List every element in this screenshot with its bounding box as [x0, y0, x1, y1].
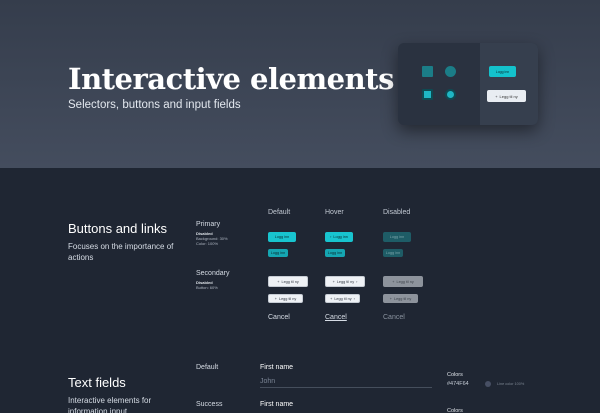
- button-label: Legg til ny: [334, 296, 352, 301]
- secondary-button-small-disabled: + Legg til ny: [383, 294, 418, 303]
- first-name-label: First name: [260, 364, 294, 371]
- radio-checked[interactable]: [445, 89, 456, 100]
- first-name-label-success: First name: [260, 401, 294, 408]
- swatch-note: Line color 100%: [497, 382, 525, 386]
- input-underline: [260, 387, 432, 388]
- column-disabled: Disabled: [383, 209, 411, 216]
- secondary-button-small-hover[interactable]: + Legg til ny ›: [325, 294, 360, 303]
- primary-button-small-hover[interactable]: Logg inn: [325, 249, 345, 257]
- buttons-section-desc: Focuses on the importance of actions: [68, 242, 174, 262]
- plus-icon: +: [274, 296, 277, 301]
- plus-icon: +: [495, 93, 498, 99]
- primary-button-small-disabled: Logg inn: [383, 249, 403, 257]
- plus-icon: +: [392, 279, 395, 284]
- primary-note-line: Color: 100%: [196, 241, 219, 246]
- colors-label: Colors: [447, 372, 463, 378]
- buttons-section-title: Buttons and links: [68, 221, 168, 236]
- button-label: Legg til ny: [278, 296, 297, 301]
- preview-primary-label: Logg inn: [495, 69, 510, 74]
- hero-banner: Interactive elements Selectors, buttons …: [0, 0, 600, 168]
- plus-icon: +: [277, 279, 280, 284]
- text-fields-title: Text fields: [68, 375, 126, 390]
- column-default: Default: [268, 209, 291, 216]
- secondary-button-small-default[interactable]: + Legg til ny: [268, 294, 303, 303]
- column-hover: Hover: [325, 209, 344, 216]
- primary-button-default[interactable]: Logg inn: [268, 232, 296, 242]
- button-label: Logg inn: [274, 235, 290, 239]
- button-label: Logg inn: [327, 251, 343, 255]
- radio-unchecked[interactable]: [445, 66, 456, 77]
- cancel-link-disabled: Cancel: [383, 314, 405, 321]
- secondary-button-disabled: + Legg til ny: [383, 276, 423, 287]
- page-title: Interactive elements: [68, 62, 394, 96]
- primary-button-small-default[interactable]: Logg inn: [268, 249, 288, 257]
- primary-row-label: Primary: [196, 221, 221, 228]
- colors-hex: #474F64: [447, 381, 469, 387]
- plus-icon: +: [330, 296, 333, 301]
- primary-button-hover[interactable]: › Logg inn: [325, 232, 353, 242]
- state-success-label: Success: [196, 401, 223, 408]
- cursor-icon: ›: [330, 235, 332, 239]
- main-content: Buttons and links Focuses on the importa…: [0, 168, 600, 413]
- state-default-label: Default: [196, 364, 219, 371]
- preview-right-panel: [480, 43, 538, 125]
- button-label: Legg til ny: [281, 279, 299, 284]
- primary-button-disabled: Logg inn: [383, 232, 411, 242]
- secondary-note-line: Button: 60%: [196, 285, 218, 290]
- checkbox-unchecked[interactable]: [422, 66, 433, 77]
- preview-secondary-label: Legg til ny: [499, 93, 518, 99]
- cursor-icon: ›: [353, 296, 355, 301]
- secondary-row-notes: Disabled Button: 60%: [196, 280, 218, 290]
- cancel-link-default[interactable]: Cancel: [268, 314, 290, 321]
- button-label: Legg til ny: [396, 279, 414, 284]
- color-swatch: [485, 381, 491, 387]
- preview-primary-button[interactable]: Logg inn: [489, 66, 516, 77]
- checkbox-checked[interactable]: [422, 89, 433, 100]
- button-label: Logg inn: [333, 235, 348, 239]
- plus-icon: +: [389, 296, 392, 301]
- text-fields-desc: Interactive elements for information inp…: [68, 396, 152, 413]
- secondary-button-hover[interactable]: + Legg til ny ›: [325, 276, 365, 287]
- plus-icon: +: [332, 279, 335, 284]
- first-name-input[interactable]: John: [260, 378, 275, 385]
- cursor-icon: ›: [356, 279, 358, 284]
- button-label: Legg til ny: [336, 279, 355, 284]
- button-label: Logg inn: [270, 251, 286, 255]
- colors-label-success: Colors: [447, 408, 463, 413]
- secondary-row-label: Secondary: [196, 270, 230, 277]
- primary-row-notes: Disabled Background: 30% Color: 100%: [196, 231, 228, 246]
- secondary-button-default[interactable]: + Legg til ny: [268, 276, 308, 287]
- preview-card: Logg inn + Legg til ny: [398, 43, 538, 125]
- page-subtitle: Selectors, buttons and input fields: [68, 99, 241, 111]
- button-label: Logg inn: [389, 235, 405, 239]
- cancel-link-hover[interactable]: Cancel: [325, 314, 347, 321]
- button-label: Logg inn: [385, 251, 401, 255]
- button-label: Legg til ny: [393, 296, 412, 301]
- preview-secondary-button[interactable]: + Legg til ny: [487, 90, 526, 102]
